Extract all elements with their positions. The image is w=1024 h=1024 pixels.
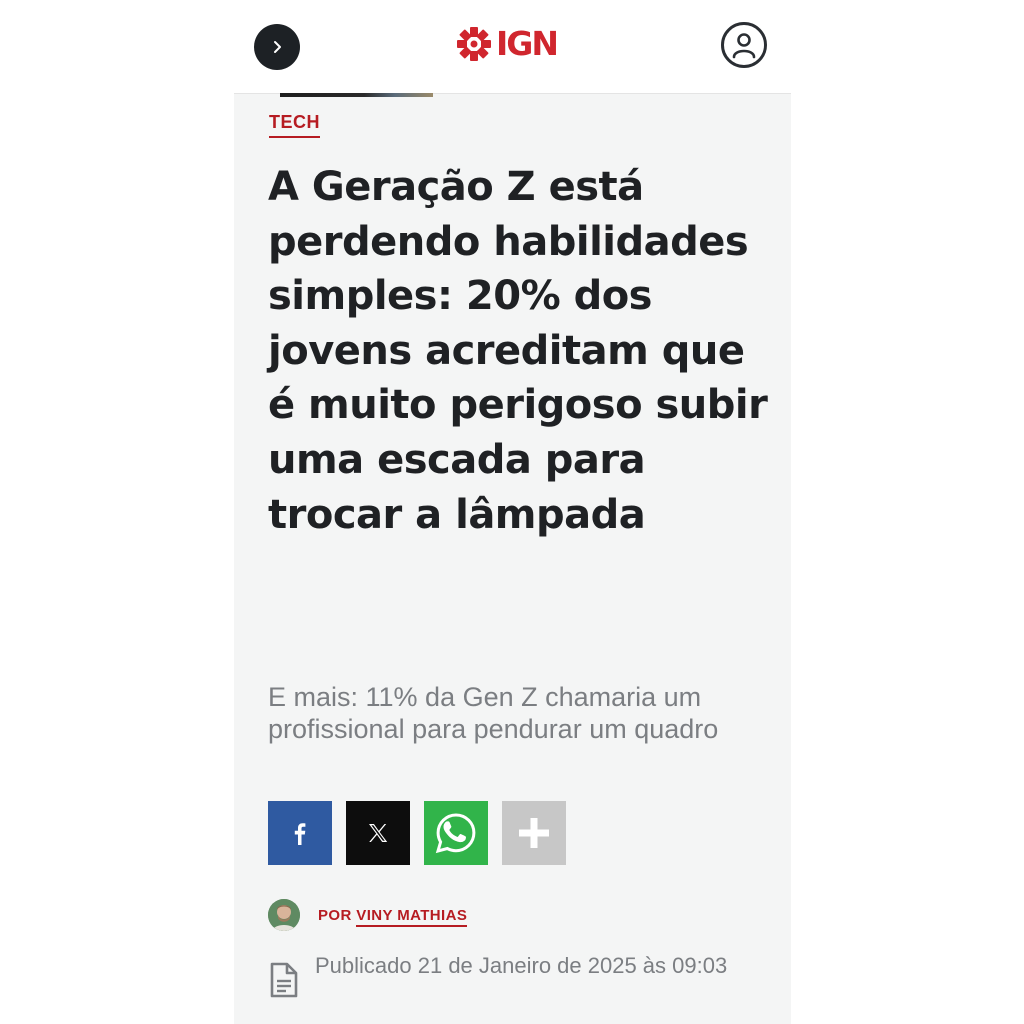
user-icon (732, 33, 756, 59)
ign-logo[interactable]: IGN (456, 24, 559, 63)
more-share-button[interactable] (502, 801, 566, 865)
facebook-share-button[interactable] (268, 801, 332, 865)
author-avatar[interactable] (268, 899, 300, 931)
publish-date: Publicado 21 de Janeiro de 2025 às 09:03 (315, 953, 728, 978)
author-label: POR VINY MATHIAS (318, 906, 468, 927)
profile-button[interactable] (721, 22, 767, 68)
whatsapp-icon (435, 813, 476, 854)
article-subtitle: E mais: 11% da Gen Z chamaria um profiss… (268, 682, 719, 744)
hero-image-peek (280, 93, 433, 97)
facebook-icon (294, 823, 306, 845)
avatar-image (268, 899, 300, 931)
chevron-right-icon (274, 41, 281, 53)
x-share-button[interactable] (346, 801, 410, 865)
author-prefix: POR (318, 906, 352, 924)
menu-button[interactable] (254, 24, 300, 70)
top-navigation-bar: IGN (234, 0, 791, 94)
article-page: IGN TECH A Geração Z está perdendo habil… (234, 0, 791, 1024)
category-link[interactable]: TECH (269, 112, 320, 138)
ign-burst-icon (457, 27, 491, 61)
article-headline: A Geração Z está perdendo habilidades si… (268, 164, 768, 538)
logo-text: IGN (496, 24, 559, 63)
author-name-link[interactable]: VINY MATHIAS (356, 906, 468, 927)
whatsapp-share-button[interactable] (424, 801, 488, 865)
share-buttons (268, 801, 566, 865)
publish-info: Publicado 21 de Janeiro de 2025 às 09:03 (268, 952, 735, 1000)
author-byline: POR VINY MATHIAS (268, 899, 468, 931)
plus-icon (519, 818, 549, 848)
document-icon (270, 962, 298, 998)
x-icon (369, 824, 388, 842)
